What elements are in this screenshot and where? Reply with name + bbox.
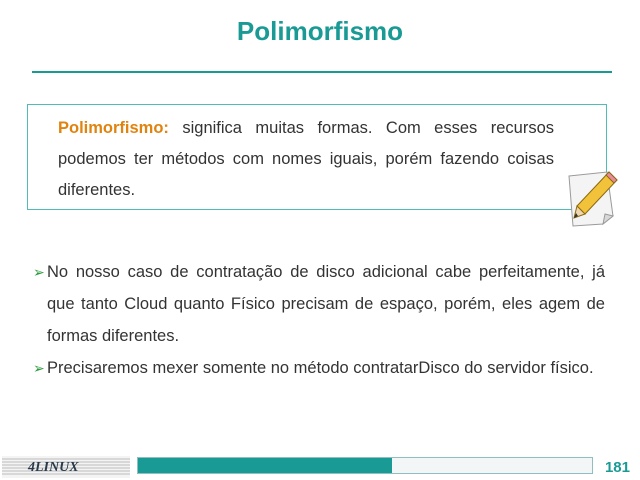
bullet-text: No nosso caso de contratação de disco ad… [47,263,605,345]
definition-text: Polimorfismo: significa muitas formas. C… [58,113,554,206]
bullet-item: ➢ No nosso caso de contratação de disco … [33,256,605,352]
page-number: 181 [604,459,630,476]
definition-box: Polimorfismo: significa muitas formas. C… [27,104,607,210]
bullet-item: ➢ Precisaremos mexer somente no método c… [33,352,605,384]
definition-term: Polimorfismo: [58,119,169,137]
title-underline [32,71,612,73]
footer-logo: 4LINUX [2,456,130,478]
logo-text: 4LINUX [27,460,79,475]
pencil-note-icon [568,171,618,227]
footer-progress-bar [137,457,593,474]
bullet-text: Precisaremos mexer somente no método con… [47,359,594,377]
bullet-arrow-icon: ➢ [33,264,45,280]
slide-title: Polimorfismo [236,16,404,46]
bullet-arrow-icon: ➢ [33,360,45,376]
footer-progress-fill [138,458,393,473]
bullet-list: ➢ No nosso caso de contratação de disco … [33,256,605,384]
